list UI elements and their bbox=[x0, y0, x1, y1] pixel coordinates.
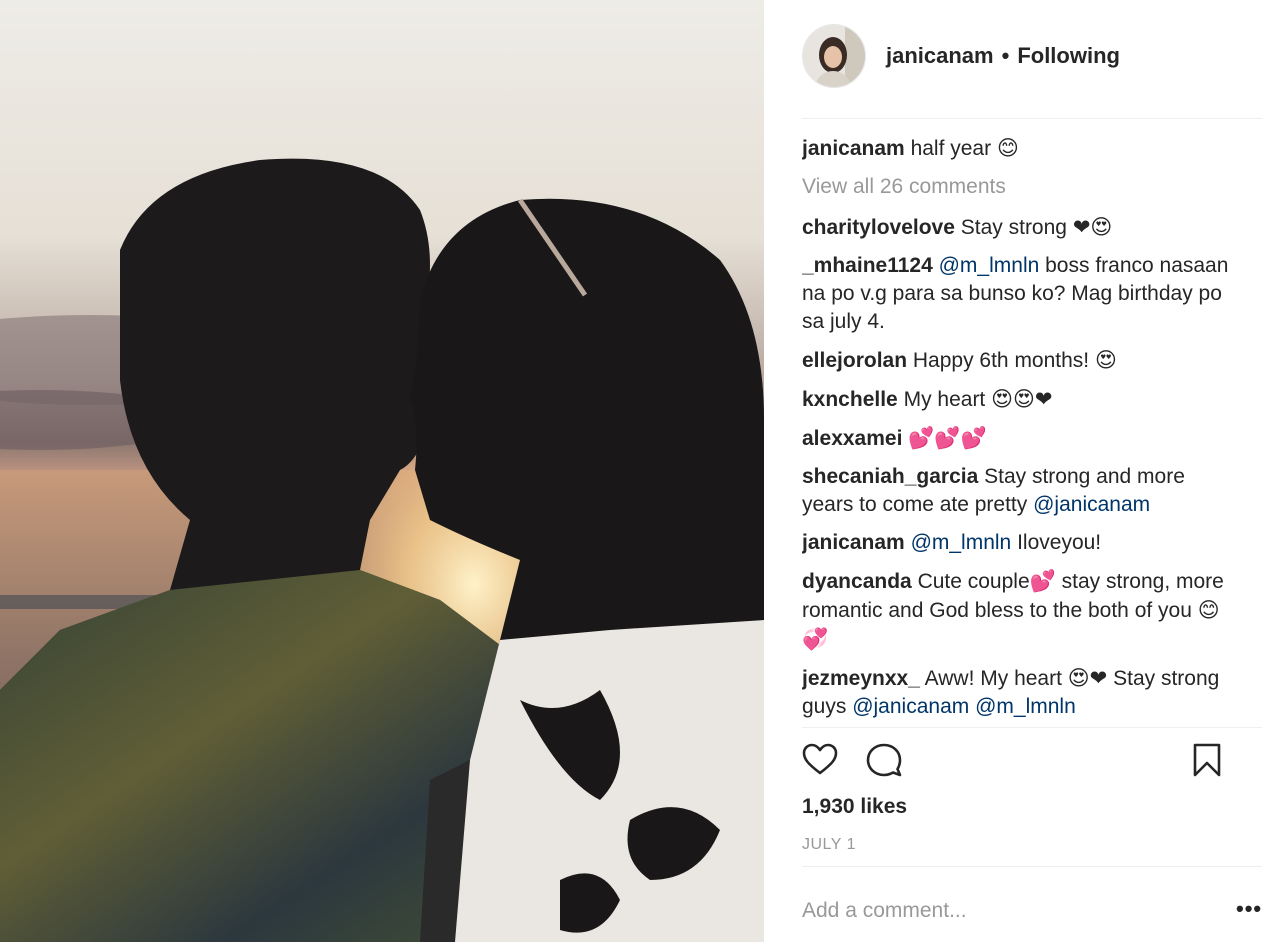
caption-emoji: 😊 bbox=[996, 136, 1019, 160]
post-date: JULY 1 bbox=[802, 836, 856, 853]
more-options-button[interactable]: ••• bbox=[1236, 896, 1262, 922]
profile-picture-icon bbox=[803, 25, 865, 87]
post-header: janicanam • Following bbox=[802, 22, 1262, 90]
comment-text: My heart bbox=[903, 388, 992, 411]
comment-emoji: 😍❤ bbox=[1067, 666, 1108, 690]
speech-bubble-icon bbox=[866, 743, 902, 777]
mention-link[interactable]: @janicanam bbox=[1033, 493, 1150, 516]
mention-link[interactable]: @m_lmnln bbox=[911, 531, 1012, 554]
save-button[interactable] bbox=[1192, 742, 1222, 778]
comment-emoji: 😍😍❤ bbox=[991, 387, 1053, 411]
mention-link[interactable]: @m_lmnln bbox=[939, 254, 1040, 277]
instagram-post: janicanam • Following janicanam half yea… bbox=[0, 0, 1268, 942]
caption: janicanam half year 😊 bbox=[802, 134, 1242, 163]
comment-item: dyancanda Cute couple💕 stay strong, more… bbox=[802, 567, 1242, 654]
comment-text: Hope to see you soon bbox=[968, 723, 1178, 724]
heart-outline-icon bbox=[802, 743, 838, 775]
comment-text: Iloveyou! bbox=[1011, 531, 1102, 554]
post-photo[interactable] bbox=[0, 0, 764, 942]
comment-item: alexxamei 💕💕💕 bbox=[802, 424, 1242, 453]
footer-divider bbox=[802, 866, 1262, 867]
comment-emoji: 😍 bbox=[1094, 348, 1117, 372]
mention-link[interactable]: @m_lmnln bbox=[975, 695, 1076, 718]
mention-link[interactable]: @janicanam bbox=[852, 695, 969, 718]
comment-button[interactable] bbox=[866, 742, 902, 778]
bookmark-icon bbox=[1193, 743, 1221, 777]
following-button[interactable]: Following bbox=[1017, 43, 1120, 69]
comment-text: Stay strong bbox=[960, 216, 1073, 239]
comment-item: ellejorolan Happy 6th months! 😍 bbox=[802, 346, 1242, 375]
caption-username[interactable]: janicanam bbox=[802, 137, 905, 160]
comments-list[interactable]: janicanam half year 😊 View all 26 commen… bbox=[802, 134, 1242, 724]
mention-link[interactable]: @hashtag_franco bbox=[802, 723, 968, 724]
comment-item: shecaniah_garcia Stay strong and more ye… bbox=[802, 463, 1242, 519]
author-username[interactable]: janicanam bbox=[886, 43, 994, 69]
comment-username[interactable]: kxnchelle bbox=[802, 388, 898, 411]
comment-text: Happy 6th months! bbox=[912, 349, 1095, 372]
post-sidebar: janicanam • Following janicanam half yea… bbox=[764, 0, 1268, 942]
comment-username[interactable]: _mhaine1124 bbox=[802, 254, 933, 277]
sunset-kiss-photo bbox=[0, 0, 764, 942]
comment-text: Aww! My heart bbox=[924, 667, 1068, 690]
comment-username[interactable]: dyancanda bbox=[802, 570, 912, 593]
comment-item: kxnchelle My heart 😍😍❤ bbox=[802, 385, 1242, 414]
comment-username[interactable]: shecaniah_garcia bbox=[802, 465, 978, 488]
comment-items: charitylovelove Stay strong ❤😍 _mhaine112… bbox=[802, 213, 1242, 724]
header-separator: • bbox=[1001, 43, 1010, 68]
comment-emoji: 💕💕💕 bbox=[908, 426, 987, 450]
add-comment-input[interactable] bbox=[802, 894, 1222, 928]
comment-text: Cute couple bbox=[917, 570, 1030, 593]
likes-count[interactable]: 1,930 likes bbox=[802, 795, 907, 819]
comment-emoji: 💕 bbox=[1029, 569, 1056, 593]
comment-item: janicanam @m_lmnln Iloveyou! bbox=[802, 529, 1242, 557]
caption-text: half year bbox=[910, 137, 997, 160]
action-bar bbox=[802, 742, 1252, 782]
comment-username[interactable]: charitylovelove bbox=[802, 216, 955, 239]
header-divider bbox=[802, 118, 1262, 119]
comment-username[interactable]: jezmeynxx_ bbox=[802, 667, 920, 690]
comments-divider bbox=[802, 727, 1262, 728]
comment-username[interactable]: alexxamei bbox=[802, 427, 902, 450]
comment-username[interactable]: ellejorolan bbox=[802, 349, 907, 372]
like-button[interactable] bbox=[802, 742, 838, 778]
comment-username[interactable]: janicanam bbox=[802, 531, 905, 554]
comment-item: jezmeynxx_ Aww! My heart 😍❤ Stay strong … bbox=[802, 664, 1242, 724]
comment-item: _mhaine1124 @m_lmnln boss franco nasaan … bbox=[802, 252, 1242, 336]
comment-emoji: ❤😍 bbox=[1072, 215, 1113, 239]
comment-item: charitylovelove Stay strong ❤😍 bbox=[802, 213, 1242, 242]
avatar[interactable] bbox=[802, 24, 866, 88]
header-user-info: janicanam • Following bbox=[886, 43, 1120, 69]
view-all-comments-link[interactable]: View all 26 comments bbox=[802, 173, 1242, 201]
